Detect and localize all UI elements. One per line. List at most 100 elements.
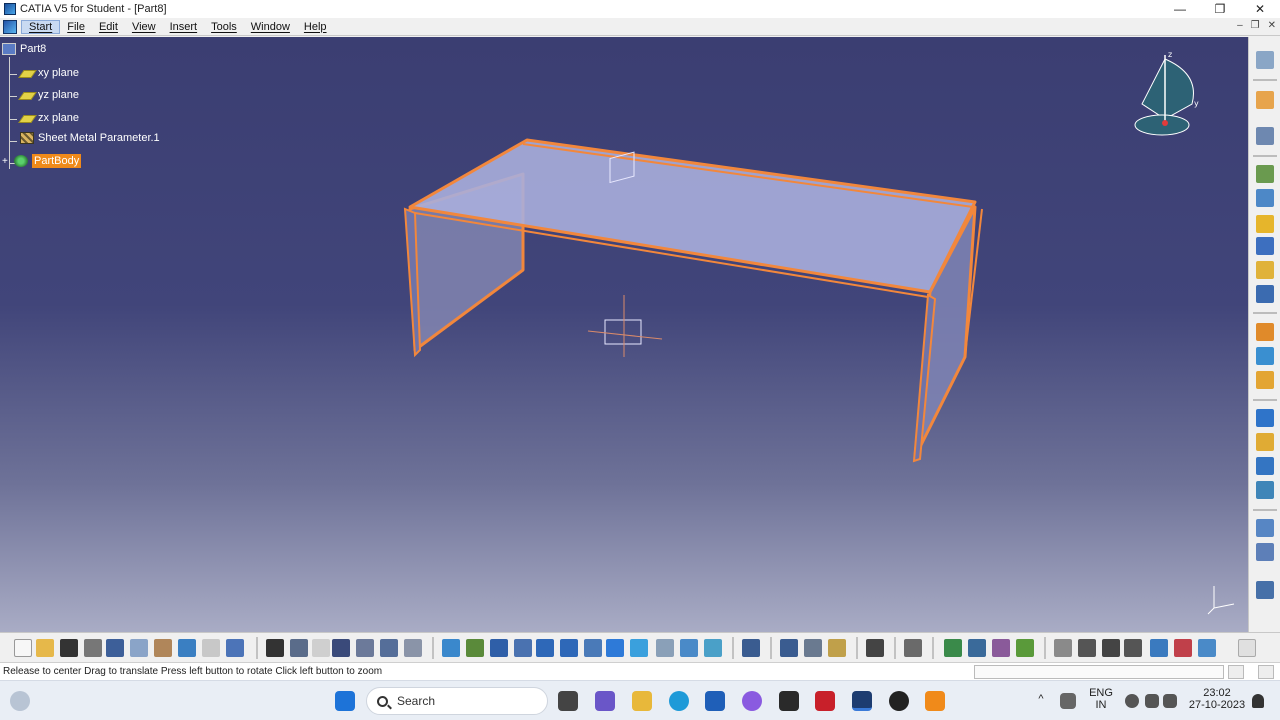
pan-icon[interactable]: [490, 639, 508, 657]
isometric-view-icon[interactable]: [630, 639, 648, 657]
refresh-icon[interactable]: [742, 639, 760, 657]
stamp-icon[interactable]: [1256, 409, 1274, 427]
table-icon[interactable]: [332, 639, 350, 657]
cut-icon[interactable]: [106, 639, 124, 657]
hand-icon[interactable]: [1078, 639, 1096, 657]
edge-browser-icon[interactable]: [669, 691, 689, 711]
knowledge-icon[interactable]: [290, 639, 308, 657]
vlc-icon[interactable]: [925, 691, 945, 711]
store-icon[interactable]: [705, 691, 725, 711]
solidworks-icon[interactable]: [815, 691, 835, 711]
graph-icon[interactable]: [356, 639, 374, 657]
catia-taskbar-icon[interactable]: [852, 691, 872, 711]
doc-close-button[interactable]: ✕: [1268, 20, 1276, 31]
doc-minimize-button[interactable]: –: [1237, 20, 1243, 31]
fly-mode-icon[interactable]: [442, 639, 460, 657]
select-arrow-icon[interactable]: [1256, 91, 1274, 109]
menu-insert[interactable]: Insert: [163, 21, 205, 33]
fit-all-icon[interactable]: [466, 639, 484, 657]
flange-icon[interactable]: [1256, 237, 1274, 255]
weather-icon[interactable]: [10, 691, 30, 711]
sheet-metal-model[interactable]: [0, 37, 1248, 632]
file-explorer-icon[interactable]: [632, 691, 652, 711]
notification-bell-icon[interactable]: [1252, 694, 1264, 708]
chat-icon[interactable]: [595, 691, 615, 711]
clock[interactable]: 23:02 27-10-2023: [1186, 687, 1248, 711]
axis-system-icon[interactable]: [904, 639, 922, 657]
menu-help[interactable]: Help: [297, 21, 334, 33]
battery-icon[interactable]: [1163, 694, 1177, 708]
formula-icon[interactable]: [266, 639, 284, 657]
shading-icon[interactable]: [656, 639, 674, 657]
undo-icon[interactable]: [178, 639, 196, 657]
open-folder-icon[interactable]: [36, 639, 54, 657]
menu-window[interactable]: Window: [244, 21, 297, 33]
status-cancel-button[interactable]: [1258, 665, 1274, 679]
louver-icon[interactable]: [1256, 457, 1274, 475]
catalog-icon[interactable]: [944, 639, 962, 657]
sheet-metal-parameters-icon[interactable]: [1256, 165, 1274, 183]
taskbar-search[interactable]: Search: [366, 687, 548, 715]
bead-icon[interactable]: [1256, 433, 1274, 451]
doc-restore-button[interactable]: ❐: [1251, 20, 1260, 31]
menu-view[interactable]: View: [125, 21, 163, 33]
whats-this-icon[interactable]: [226, 639, 244, 657]
swap-space-icon[interactable]: [704, 639, 722, 657]
hole-icon[interactable]: [1256, 347, 1274, 365]
menu-file[interactable]: File: [60, 21, 92, 33]
cube-icon[interactable]: [1150, 639, 1168, 657]
cutout-icon[interactable]: [1256, 323, 1274, 341]
command-input[interactable]: [974, 665, 1224, 679]
close-button[interactable]: ✕: [1240, 0, 1280, 18]
copilot-icon[interactable]: [742, 691, 762, 711]
task-view-icon[interactable]: [558, 691, 578, 711]
rotate-icon[interactable]: [514, 639, 532, 657]
document-menu-icon[interactable]: [3, 19, 17, 34]
status-option-button[interactable]: [1228, 665, 1244, 679]
menu-start[interactable]: Start: [21, 19, 61, 34]
view-icon[interactable]: [1256, 581, 1274, 599]
network-status-icon[interactable]: [1060, 693, 1076, 709]
update-icon[interactable]: [1054, 639, 1072, 657]
media-player-icon[interactable]: [889, 691, 909, 711]
corner-relief-icon[interactable]: [1256, 371, 1274, 389]
render-icon[interactable]: [992, 639, 1010, 657]
normal-view-icon[interactable]: [584, 639, 602, 657]
language-indicator[interactable]: ENG IN: [1086, 687, 1116, 711]
distance-icon[interactable]: [780, 639, 798, 657]
wall-icon[interactable]: [1256, 215, 1274, 233]
dimension-icon[interactable]: [1102, 639, 1120, 657]
hem-icon[interactable]: [1256, 261, 1274, 279]
tree-expand-icon[interactable]: [404, 639, 422, 657]
sheet-metal-workbench-icon[interactable]: [1256, 51, 1274, 69]
unfold-icon[interactable]: [1256, 285, 1274, 303]
multi-view-icon[interactable]: [606, 639, 624, 657]
compass-icon[interactable]: z y: [1130, 49, 1200, 139]
constraint-icon[interactable]: [1174, 639, 1192, 657]
menu-tools[interactable]: Tools: [204, 21, 244, 33]
windows-start-icon[interactable]: [335, 691, 355, 711]
redo-icon[interactable]: [202, 639, 220, 657]
copy-icon[interactable]: [130, 639, 148, 657]
new-file-icon[interactable]: [14, 639, 32, 657]
mirror-icon[interactable]: [1256, 543, 1274, 561]
inertia-icon[interactable]: [804, 639, 822, 657]
capture-icon[interactable]: [866, 639, 884, 657]
volume-icon[interactable]: [1145, 694, 1159, 708]
light-icon[interactable]: [312, 639, 330, 657]
apply-material-icon[interactable]: [828, 639, 846, 657]
value-icon[interactable]: [1124, 639, 1142, 657]
globe-icon[interactable]: [1125, 694, 1139, 708]
maximize-button[interactable]: ❐: [1200, 0, 1240, 18]
zoom-out-icon[interactable]: [560, 639, 578, 657]
stack-icon[interactable]: [1198, 639, 1216, 657]
flanged-cutout-icon[interactable]: [1256, 481, 1274, 499]
sketch-icon[interactable]: [1256, 127, 1274, 145]
tray-chevron-icon[interactable]: ^: [1034, 693, 1048, 705]
minimize-button[interactable]: —: [1160, 0, 1200, 18]
3d-viewport[interactable]: Part8 xy plane yz plane zx plane Sheet M…: [0, 37, 1248, 632]
layers-icon[interactable]: [1016, 639, 1034, 657]
paste-icon[interactable]: [154, 639, 172, 657]
pattern-icon[interactable]: [1256, 519, 1274, 537]
print-icon[interactable]: [84, 639, 102, 657]
